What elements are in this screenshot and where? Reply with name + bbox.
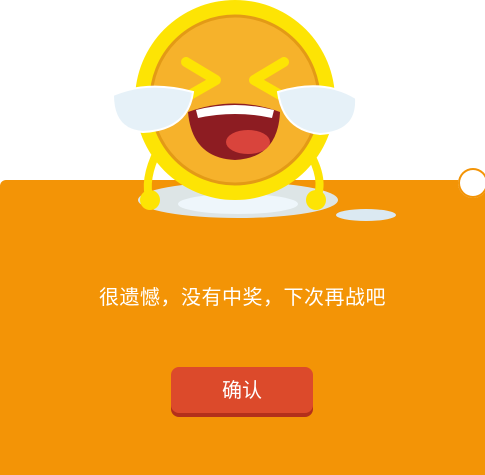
confirm-button[interactable]: 确认 [171,367,313,413]
lottery-result-dialog: 很遗憾，没有中奖，下次再战吧 确认 [0,0,485,475]
result-message: 很遗憾，没有中奖，下次再战吧 [99,285,386,309]
close-button[interactable] [458,168,485,198]
crying-coin-icon [111,0,396,221]
